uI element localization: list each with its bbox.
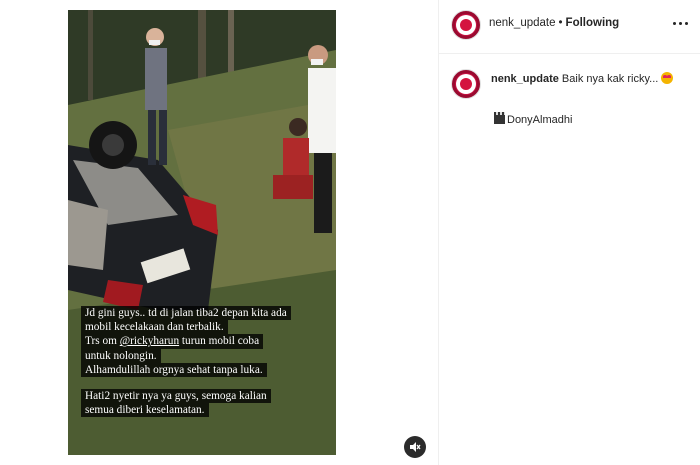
story-caption: Jd gini guys.. td di jalan tiba2 depan k… <box>81 306 327 418</box>
comment-text: Baik nya kak ricky... <box>561 73 659 85</box>
credit-name: DonyAlmadhi <box>507 114 573 126</box>
following-button[interactable]: Following <box>566 17 620 29</box>
person-standing <box>145 28 167 165</box>
heart-eyes-emoji-icon <box>661 72 674 84</box>
video-credit: DonyAlmadhi <box>494 112 573 126</box>
mute-button[interactable] <box>404 436 426 458</box>
caption-line: Alhamdulillah orgnya sehat tanpa luka. <box>81 362 267 378</box>
caption-line: untuk nolongin. <box>81 348 161 363</box>
post-video[interactable]: Jd gini guys.. td di jalan tiba2 depan k… <box>68 10 336 455</box>
mention-link[interactable]: @rickyharun <box>120 335 179 347</box>
avatar-logo <box>456 15 476 35</box>
caption-line: Jd gini guys.. td di jalan tiba2 depan k… <box>81 306 291 321</box>
more-options-icon[interactable] <box>673 20 691 26</box>
post-header: nenk_update • Following <box>489 17 619 29</box>
comment-avatar[interactable] <box>451 69 481 99</box>
caption-line: Hati2 nyetir nya ya guys, semoga kalian <box>81 389 271 404</box>
muted-speaker-icon <box>410 442 421 452</box>
header-divider <box>439 53 700 54</box>
caption-line: mobil kecelakaan dan terbalik. <box>81 320 228 335</box>
comment: nenk_update Baik nya kak ricky... <box>491 72 674 85</box>
header-separator: • <box>558 17 563 29</box>
caption-line: semua diberi keselamatan. <box>81 403 209 418</box>
header-avatar[interactable] <box>451 10 481 40</box>
caption-line: Trs om @rickyharun turun mobil coba <box>81 334 264 349</box>
comment-username[interactable]: nenk_update <box>491 73 559 85</box>
panel-divider <box>438 0 439 465</box>
caption-gap <box>81 377 327 389</box>
clapper-board-icon <box>494 112 505 124</box>
header-username[interactable]: nenk_update <box>489 17 556 29</box>
avatar-logo <box>456 74 476 94</box>
